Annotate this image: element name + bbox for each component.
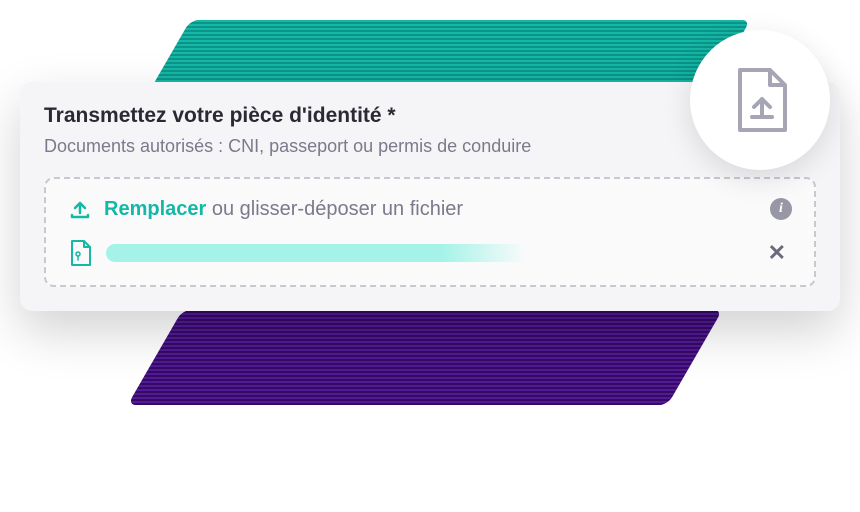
- file-info-left: [68, 239, 750, 267]
- drag-text: ou glisser-déposer un fichier: [206, 198, 463, 220]
- file-dropzone[interactable]: Remplacer ou glisser-déposer un fichier …: [44, 177, 816, 287]
- upload-icon: [68, 197, 92, 221]
- replace-button[interactable]: Remplacer: [104, 198, 206, 220]
- card-subtitle: Documents autorisés : CNI, passeport ou …: [44, 136, 816, 157]
- info-icon[interactable]: i: [770, 198, 792, 220]
- file-upload-icon: [730, 65, 790, 135]
- decorative-purple-shape: [128, 310, 723, 405]
- remove-file-button[interactable]: ✕: [762, 240, 792, 266]
- pdf-file-icon: [68, 239, 92, 267]
- uploaded-file-row: ✕: [68, 239, 792, 267]
- dropzone-instructions-left: Remplacer ou glisser-déposer un fichier: [68, 197, 463, 221]
- floating-upload-badge: [690, 30, 830, 170]
- dropzone-text: Remplacer ou glisser-déposer un fichier: [104, 198, 463, 221]
- dropzone-instructions-row: Remplacer ou glisser-déposer un fichier …: [68, 197, 792, 221]
- file-name-placeholder: [106, 244, 526, 262]
